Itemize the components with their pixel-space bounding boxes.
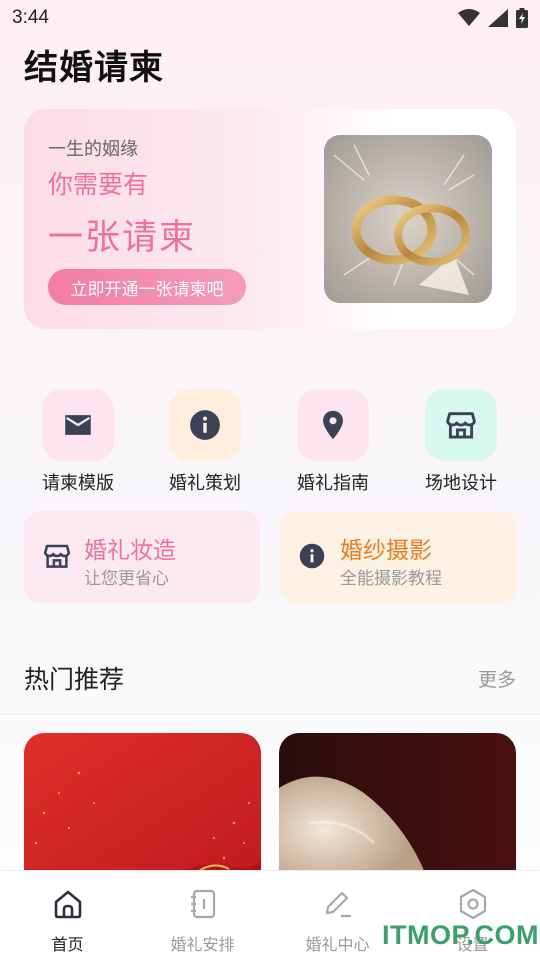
wifi-icon: [458, 9, 480, 26]
open-invitation-button[interactable]: 立即开通一张请柬吧: [48, 269, 246, 305]
quick-label: 婚礼策划: [169, 473, 241, 494]
mail-icon: [65, 415, 91, 435]
signal-icon: [488, 9, 508, 27]
app-title: 结婚请柬: [24, 48, 164, 88]
quick-label: 婚礼指南: [297, 473, 369, 494]
quick-icon-bg: [297, 389, 369, 461]
info-icon: [190, 410, 220, 440]
status-icons: [458, 8, 528, 28]
banner-headline-1: 你需要有: [48, 170, 149, 199]
tab-label: 婚礼安排: [170, 935, 235, 954]
promo-banner[interactable]: 一生的姻缘 你需要有 一张请柬 立即开通一张请柬吧: [24, 109, 516, 329]
recommendation-card-bride-photo[interactable]: [279, 733, 516, 883]
banner-subtitle: 一生的姻缘: [48, 139, 138, 160]
tab-label: 首页: [51, 935, 84, 954]
feature-title: 婚纱摄影: [340, 538, 432, 564]
quick-icon-bg: [169, 389, 241, 461]
quick-item-invitation-templates[interactable]: 请柬模版: [28, 389, 128, 495]
quick-label: 场地设计: [425, 473, 497, 494]
status-bar: 3:44: [0, 0, 540, 36]
feature-title: 婚礼妆造: [84, 538, 176, 564]
banner-headline-2: 一张请柬: [48, 218, 197, 258]
home-icon: [54, 890, 81, 919]
settings-hexagon-icon: [459, 888, 486, 920]
more-link[interactable]: 更多: [478, 665, 516, 692]
section-title-hot-recommendations: 热门推荐: [24, 665, 125, 694]
quick-item-wedding-planning[interactable]: 婚礼策划: [155, 389, 255, 495]
feature-card-wedding-photography[interactable]: 婚纱摄影 全能摄影教程: [280, 511, 516, 603]
store-icon: [446, 412, 476, 439]
red-invitation-image: [24, 733, 261, 883]
quick-icon-bg: [42, 389, 114, 461]
feature-subtitle: 让您更省心: [84, 569, 169, 589]
feature-subtitle: 全能摄影教程: [340, 569, 442, 589]
quick-icon-bg: [425, 389, 497, 461]
tab-home[interactable]: 首页: [0, 871, 135, 960]
quick-label: 请柬模版: [42, 473, 114, 494]
edit-icon: [325, 891, 351, 918]
bride-photo-image: [279, 733, 516, 883]
feature-card-bridal-makeup[interactable]: 婚礼妆造 让您更省心: [24, 511, 260, 603]
recommendation-card-red-invitation[interactable]: [24, 733, 261, 883]
status-time: 3:44: [12, 7, 49, 28]
tab-wedding-schedule[interactable]: 婚礼安排: [135, 871, 270, 960]
quick-actions: 请柬模版 婚礼策划 婚礼指南 场地设计: [0, 389, 540, 499]
quick-item-wedding-guide[interactable]: 婚礼指南: [283, 389, 383, 495]
store-icon: [43, 544, 71, 568]
wedding-rings-image: [324, 135, 492, 303]
location-pin-icon: [323, 410, 343, 440]
section-divider: [0, 714, 540, 715]
notebook-icon: [190, 889, 215, 919]
watermark: ITMOP.COM: [382, 920, 540, 950]
battery-icon: [516, 8, 528, 28]
info-icon: [299, 543, 325, 569]
quick-item-venue-design[interactable]: 场地设计: [411, 389, 511, 495]
